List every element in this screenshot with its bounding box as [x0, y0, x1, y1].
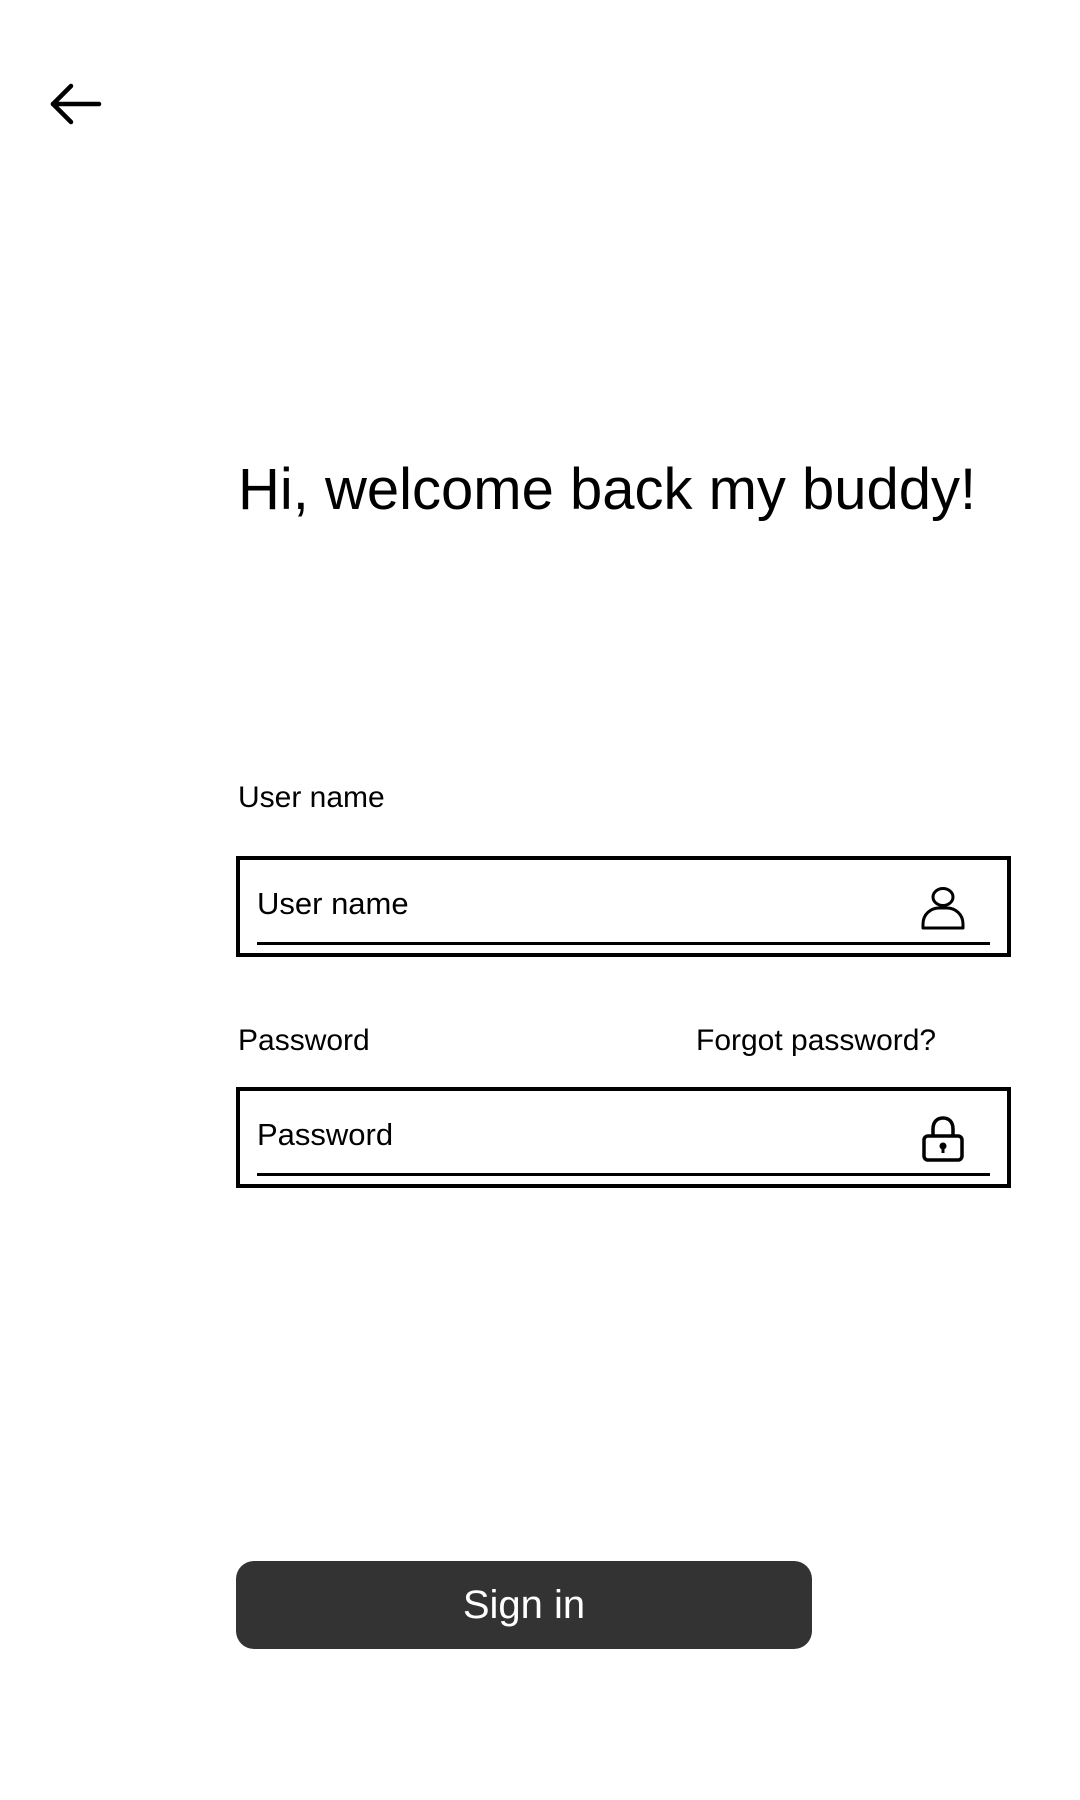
user-icon — [921, 887, 965, 930]
password-input[interactable] — [257, 1113, 917, 1157]
password-underline — [257, 1173, 990, 1176]
forgot-password-link[interactable]: Forgot password? — [696, 1023, 936, 1059]
page-title: Hi, welcome back my buddy! — [238, 457, 977, 522]
username-input[interactable] — [257, 882, 917, 926]
username-underline — [257, 942, 990, 945]
username-label: User name — [238, 781, 385, 814]
lock-icon — [922, 1116, 964, 1162]
password-label: Password — [238, 1024, 370, 1057]
arrow-left-icon — [50, 83, 102, 125]
password-field[interactable] — [236, 1087, 1011, 1188]
back-button[interactable] — [40, 74, 110, 134]
sign-in-button[interactable]: Sign in — [236, 1561, 812, 1649]
username-field[interactable] — [236, 856, 1011, 957]
